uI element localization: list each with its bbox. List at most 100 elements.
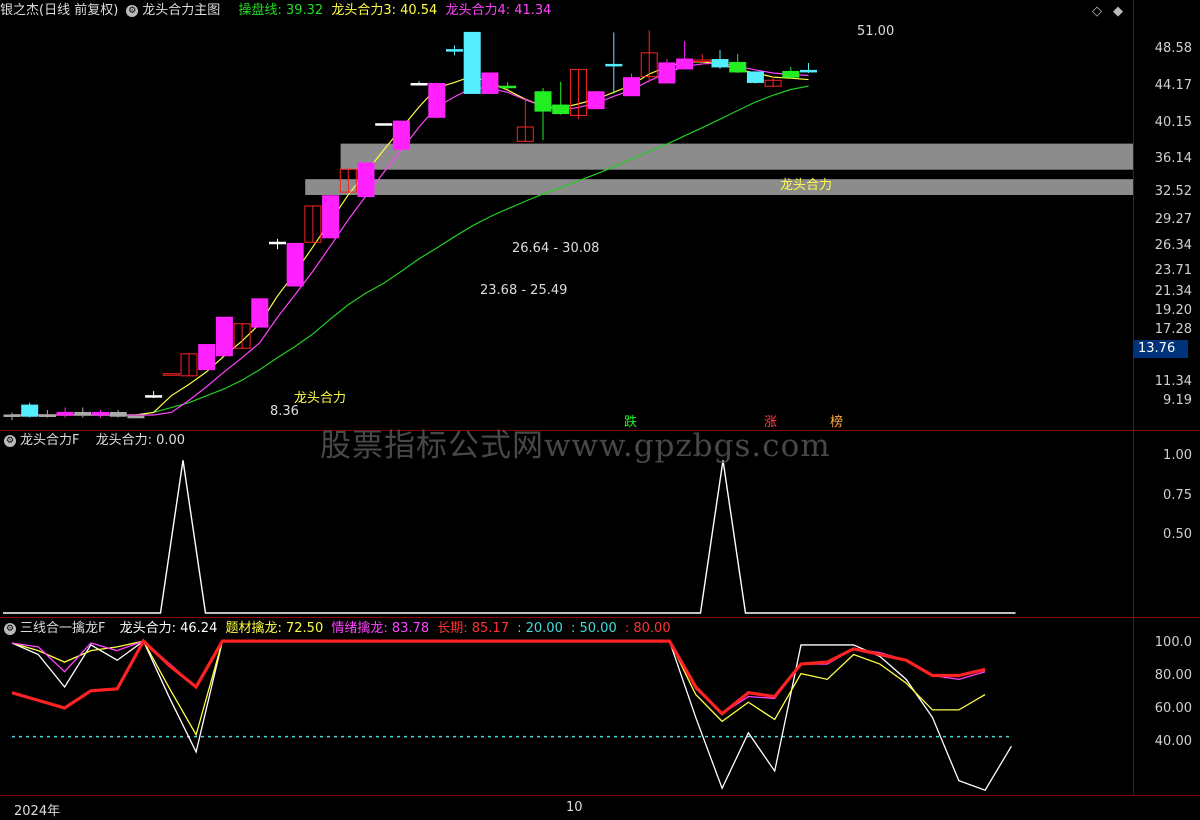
legend-item: 题材擒龙: 72.50 (225, 621, 324, 636)
bottom-tick: 100.0 (1154, 635, 1192, 650)
candle-body (198, 344, 216, 371)
candle-body (3, 414, 21, 417)
candle-body (446, 49, 463, 52)
candle-body (56, 411, 74, 416)
high-price-label: 51.00 (857, 24, 895, 39)
price-tick: 17.28 (1154, 322, 1192, 337)
bottom-tick: 60.00 (1154, 701, 1192, 716)
candle-body (251, 298, 269, 328)
tag-list: 榜 (830, 415, 844, 430)
candle-body (357, 162, 375, 198)
signal-line (3, 460, 1016, 614)
candle-body (322, 195, 340, 239)
mid-tick: 0.75 (1163, 488, 1192, 503)
candle-body (145, 395, 163, 398)
candle-body (711, 59, 729, 68)
stock-title: 银之杰(日线 前复权) (0, 3, 119, 18)
candle-body (269, 241, 286, 245)
legend-item: : 20.00 (517, 621, 563, 636)
candle-body (38, 414, 56, 417)
price-tick: 36.14 (1154, 151, 1192, 166)
candle-body (286, 242, 304, 287)
bottom-tick: 80.00 (1154, 668, 1192, 683)
chart-canvas (3, 30, 1134, 791)
diamond-icon[interactable]: ◇ (1092, 4, 1102, 19)
signal-label: 龙头合力 (294, 391, 347, 406)
price-tick: 23.71 (1154, 263, 1192, 278)
caret-up-icon[interactable]: ◆ (1113, 4, 1123, 19)
price-tick: 29.27 (1154, 212, 1192, 227)
series-line-情绪擒龙 (11, 640, 986, 715)
candle-body (534, 91, 552, 112)
candle-body (21, 404, 39, 417)
legend-item: : 50.00 (571, 621, 617, 636)
candle-body (676, 58, 694, 70)
settings-icon[interactable]: ⚙ (126, 4, 139, 17)
gap-zone (340, 143, 1134, 170)
candle-body (800, 69, 817, 73)
price-tick: 21.34 (1154, 284, 1192, 299)
legend-item: 龙头合力: 0.00 (95, 433, 186, 448)
series-line-长期 (11, 638, 986, 716)
legend-item: 龙头合力: 46.24 (119, 621, 218, 636)
candle-body (74, 411, 92, 416)
candle-body (463, 31, 481, 94)
candle-body (746, 71, 764, 83)
candle-body (587, 91, 605, 110)
price-tick: 11.34 (1154, 374, 1192, 389)
series-line-龙头合力 (11, 640, 1012, 791)
x-label: 10 (566, 800, 583, 815)
gap-zone (305, 179, 1133, 195)
series-line-龙头合力3 (12, 61, 809, 416)
candle-body (92, 411, 109, 415)
price-tick: 40.15 (1154, 115, 1192, 130)
low-price-label: 8.36 (270, 404, 299, 419)
pane-divider (0, 617, 1200, 618)
legend-item: 操盘线: 39.32 (238, 3, 324, 18)
gap-label: 26.64 - 30.08 (512, 241, 600, 256)
candle-body (729, 61, 747, 73)
current-price-badge: 13.76 (1134, 340, 1188, 358)
gap-label: 23.68 - 25.49 (480, 283, 568, 298)
price-tick: 19.20 (1154, 303, 1192, 318)
candle-body (481, 72, 499, 94)
price-tick: 32.52 (1154, 184, 1192, 199)
mid-tick: 1.00 (1163, 448, 1192, 463)
candle-body (109, 411, 127, 417)
candle-body (605, 63, 623, 67)
watermark: 股票指标公式网www.gpzbgs.com (320, 428, 831, 464)
legend-item: 情绪擒龙: 83.78 (331, 621, 430, 636)
series-line-龙头合力4 (12, 62, 809, 416)
price-tick: 9.19 (1163, 393, 1192, 408)
candle-body (658, 62, 676, 84)
candle-body (693, 59, 711, 63)
indicator-name: 龙头合力主图 (142, 3, 221, 18)
bottom-tick: 40.00 (1154, 734, 1192, 749)
axis-divider (1133, 0, 1134, 800)
settings-icon[interactable]: ⚙ (4, 434, 16, 447)
candle-body (127, 415, 145, 419)
candle-body (375, 123, 393, 126)
mid-pane-header: ⚙ 龙头合力F 龙头合力: 0.00 (0, 430, 189, 452)
legend-item: : 80.00 (624, 621, 671, 636)
time-axis (0, 795, 1200, 820)
candle-body (782, 70, 800, 78)
price-tick: 44.17 (1154, 78, 1192, 93)
legend-item: 长期: 85.17 (437, 621, 509, 636)
signal-label: 龙头合力 (780, 178, 833, 193)
indicator-name: 三线合一擒龙F (20, 621, 106, 636)
candle-body (162, 373, 180, 376)
price-tick: 26.34 (1154, 238, 1192, 253)
candle-body (428, 83, 446, 118)
legend-item: 龙头合力3: 40.54 (331, 3, 438, 18)
price-tick: 48.58 (1154, 41, 1192, 56)
candle-body (215, 316, 233, 357)
legend-item: 龙头合力4: 41.34 (445, 3, 552, 18)
candle-body (552, 104, 570, 115)
indicator-name: 龙头合力F (20, 433, 80, 448)
settings-icon[interactable]: ⚙ (4, 622, 16, 635)
main-pane-header: 银之杰(日线 前复权) ⚙ 龙头合力主图 操盘线: 39.32 龙头合力3: 40.… (0, 0, 555, 22)
candle-body (499, 85, 517, 89)
series-line-操盘线 (12, 85, 809, 416)
bottom-pane-header: ⚙ 三线合一擒龙F 龙头合力: 46.24 题材擒龙: 72.50 情绪擒龙: 8… (0, 618, 675, 640)
